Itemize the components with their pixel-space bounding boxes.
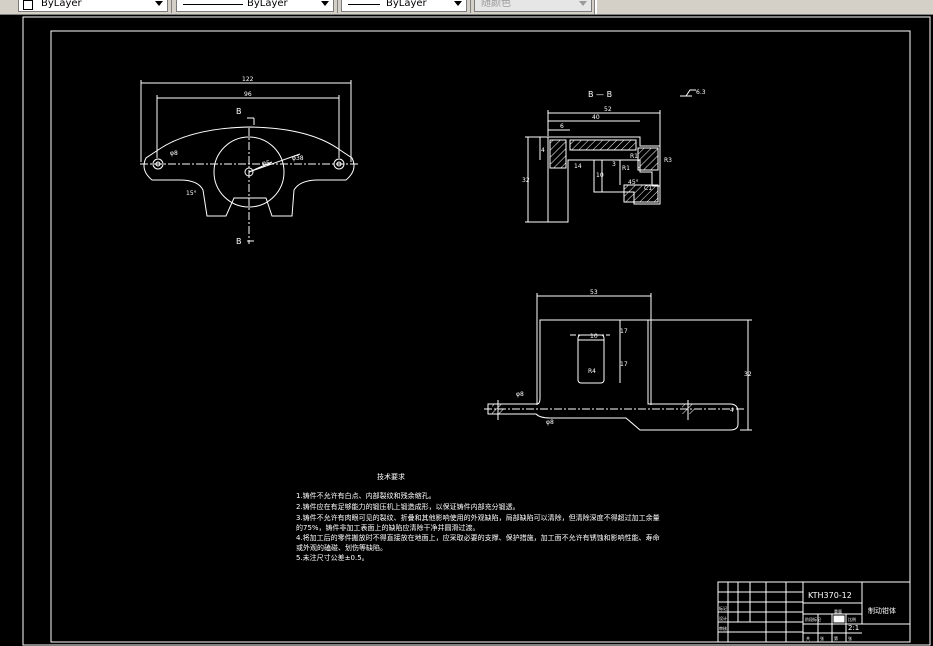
drawing-number: KTH370-12 — [808, 591, 852, 600]
section-dim-inner: 40 — [592, 114, 600, 121]
note-line: 3.铸件不允许有肉眼可见的裂纹、折叠和其他影响使用的外观缺陷，局部缺陷可以清除，… — [296, 513, 660, 522]
drawing-canvas[interactable]: 122 96 B B φ8 φ5 φ38 15° B — B 6.3 52 40… — [0, 14, 933, 646]
dim-overall-label: 122 — [242, 76, 254, 83]
section-dim-height: 32 — [522, 177, 530, 184]
lineweight-preview — [348, 4, 380, 5]
note-line: 2.铸件应在有足够能力的锻压机上锻造成形，以保证铸件内部充分锻透。 — [296, 502, 520, 511]
section-dim-chamfer: C1 — [644, 185, 652, 192]
lineweight-combo[interactable]: ByLayer — [341, 0, 467, 12]
technical-notes: 技术要求 1.铸件不允许有白点、内部裂纹和残余缩孔。 2.铸件应在有足够能力的锻… — [296, 472, 660, 562]
color-combo[interactable]: ByLayer — [18, 0, 168, 12]
section-dim-top: 52 — [604, 106, 612, 113]
footer-label: 共 — [806, 635, 810, 641]
side-dim-bottom-hole: φ8 — [546, 419, 554, 426]
side-view-labels: 53 10 17 17 R4 32 4 φ8 φ8 — [516, 289, 752, 426]
side-dim-slot-width: 10 — [590, 333, 598, 340]
section-dim-step: 3 — [612, 161, 616, 168]
front-view-labels: 122 96 B B φ8 φ5 φ38 15° — [170, 76, 304, 246]
dim-hole-left-label: φ8 — [170, 150, 178, 157]
side-dim-slot-height: 17 — [620, 328, 628, 335]
side-dim-slot-bottom: 17 — [620, 361, 628, 368]
section-dim-r2: R1 — [630, 153, 638, 160]
part-name: 制动钳体 — [868, 606, 896, 615]
chevron-down-icon — [577, 0, 589, 11]
section-dim-small-2: 4 — [541, 147, 545, 154]
toolbar-divider — [337, 0, 338, 13]
footer-label: 第 — [834, 635, 838, 641]
row-label: 标记 — [719, 605, 727, 611]
plotstyle-combo: 随颜色 — [474, 0, 592, 12]
side-dim-left-hole: φ8 — [516, 391, 524, 398]
dim-holes-label: 96 — [244, 91, 252, 98]
surface-roughness-mark: 6.3 — [696, 89, 706, 96]
col-label: 重量 — [834, 608, 842, 614]
side-dim-width: 53 — [590, 289, 598, 296]
front-view — [140, 80, 358, 244]
chevron-down-icon[interactable] — [319, 0, 331, 11]
col-label: 阶段标记 — [805, 616, 821, 622]
footer-label: 张 — [848, 635, 852, 641]
linetype-combo[interactable]: ByLayer — [176, 0, 334, 12]
toolbar-divider — [171, 0, 172, 13]
note-line: 的75%，铸件非加工表面上的缺陷应清除干净并圆滑过渡。 — [296, 523, 480, 532]
chevron-down-icon[interactable] — [153, 0, 165, 11]
sheet-inner-border — [50, 30, 911, 643]
toolbar-end — [594, 0, 597, 14]
col-label: 比例 — [848, 616, 856, 622]
toolbar-divider — [470, 0, 471, 13]
row-label: 设计 — [719, 615, 727, 621]
notes-title: 技术要求 — [377, 472, 405, 481]
note-line: 5.未注尺寸公差±0.5。 — [296, 553, 369, 562]
section-dim-angle: 45° — [628, 179, 639, 186]
cut-label-top: B — [236, 107, 242, 116]
linetype-preview — [183, 4, 243, 5]
side-view — [484, 293, 752, 431]
section-dim-slot: 10 — [596, 172, 604, 179]
section-dim-small-1: 6 — [560, 123, 564, 130]
dim-angle-label: 15° — [186, 190, 197, 197]
color-swatch-icon — [23, 0, 33, 10]
section-dim-r1: R1 — [622, 165, 630, 172]
section-title: B — B — [588, 90, 612, 99]
cut-label-bottom: B — [236, 237, 242, 246]
dim-hole-center-label: φ5 — [262, 160, 270, 167]
side-dim-height: 32 — [744, 371, 752, 378]
section-dim-r3: R3 — [664, 157, 672, 164]
side-dim-radius: R4 — [588, 368, 596, 375]
dim-circle-label: φ38 — [292, 155, 304, 162]
note-line: 1.铸件不允许有白点、内部裂纹和残余缩孔。 — [296, 491, 436, 500]
sheet-outer-border — [22, 16, 931, 646]
section-dim-side: 14 — [574, 163, 582, 170]
note-line: 4.将加工后的零件搬放时不得直接放在地面上，应采取必要的支撑、保护措施，加工面不… — [296, 533, 660, 542]
footer-label: 张 — [820, 635, 824, 641]
side-dim-foot: 4 — [730, 407, 734, 414]
properties-toolbar: ByLayer ByLayer ByLayer 随颜色 — [0, 0, 933, 15]
chevron-down-icon[interactable] — [452, 0, 464, 11]
drawing-scale: 2:1 — [848, 624, 859, 632]
row-label: 审核 — [719, 625, 727, 631]
note-line: 或外观的磕碰、划伤等缺陷。 — [296, 543, 387, 552]
